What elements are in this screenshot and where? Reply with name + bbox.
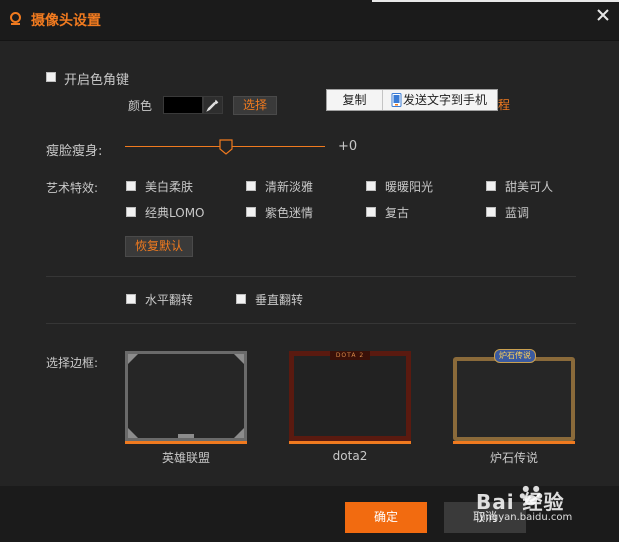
frame-ornament-icon — [128, 354, 244, 438]
frame-banner: 炉石传说 — [494, 349, 536, 363]
flip-vertical-label: 垂直翻转 — [255, 293, 304, 307]
frames-label: 选择边框: — [46, 356, 99, 370]
top-edge-line — [372, 0, 619, 2]
color-swatch[interactable] — [163, 96, 203, 114]
flip-horizontal-checkbox[interactable] — [126, 294, 136, 304]
effect-checkbox[interactable] — [246, 181, 256, 191]
effect-label: 甜美可人 — [505, 180, 554, 194]
frame-option-hearthstone[interactable] — [453, 357, 575, 441]
color-label: 颜色 — [128, 99, 153, 113]
effect-label: 暖暖阳光 — [385, 180, 434, 194]
select-color-button[interactable]: 选择 — [233, 96, 277, 115]
effect-checkbox[interactable] — [246, 207, 256, 217]
effect-checkbox[interactable] — [126, 207, 136, 217]
effect-label: 蓝调 — [505, 206, 530, 220]
effect-label: 复古 — [385, 206, 410, 220]
slim-label: 瘦脸瘦身: — [46, 144, 103, 159]
effect-checkbox[interactable] — [366, 207, 376, 217]
watermark-url: jingyan.baidu.com — [480, 512, 573, 523]
tutorial-link[interactable]: 程 — [498, 96, 510, 113]
section-divider — [46, 276, 576, 277]
chroma-key-label: 开启色角键 — [64, 73, 130, 88]
frame-option-dota2[interactable]: DOTA 2 — [289, 351, 411, 441]
flip-vertical-checkbox[interactable] — [236, 294, 246, 304]
effect-checkbox[interactable] — [486, 207, 496, 217]
frame-option-lol[interactable] — [125, 351, 247, 441]
chroma-key-checkbox[interactable] — [46, 72, 56, 82]
window-title: 摄像头设置 — [31, 13, 101, 29]
effect-checkbox[interactable] — [486, 181, 496, 191]
frame-caption: 炉石传说 — [489, 451, 538, 465]
frame-underline — [453, 441, 575, 444]
frame-caption: dota2 — [332, 449, 368, 463]
slim-slider-thumb[interactable] — [219, 139, 233, 155]
watermark-logo-text: Bai 经验 — [476, 490, 565, 514]
flip-horizontal-label: 水平翻转 — [145, 293, 194, 307]
color-picker-button[interactable] — [203, 96, 223, 114]
effect-label: 紫色迷情 — [265, 206, 314, 220]
reset-defaults-button[interactable]: 恢复默认 — [125, 236, 193, 257]
ok-button[interactable]: 确定 — [345, 502, 427, 533]
context-menu: 复制 发送文字到手机 — [326, 89, 498, 111]
effect-label: 清新淡雅 — [265, 180, 314, 194]
effect-checkbox[interactable] — [126, 181, 136, 191]
frame-underline — [125, 441, 247, 444]
effect-label: 美白柔肤 — [145, 180, 194, 194]
section-divider — [46, 323, 576, 324]
frame-banner: DOTA 2 — [330, 351, 370, 360]
eyedropper-icon — [206, 99, 219, 112]
close-icon[interactable] — [595, 7, 611, 23]
copy-menu-item[interactable]: 复制 — [327, 90, 383, 110]
phone-icon — [391, 93, 402, 107]
title-bar: 摄像头设置 — [0, 0, 619, 41]
slim-value: +0 — [338, 139, 358, 154]
frame-underline — [289, 441, 411, 444]
app-logo-icon — [10, 12, 21, 25]
effect-label: 经典LOMO — [145, 206, 205, 220]
frame-caption: 英雄联盟 — [161, 451, 210, 465]
effects-label: 艺术特效: — [46, 181, 99, 195]
send-to-phone-menu-item[interactable]: 发送文字到手机 — [383, 90, 497, 110]
effect-checkbox[interactable] — [366, 181, 376, 191]
send-to-phone-label: 发送文字到手机 — [403, 93, 488, 107]
